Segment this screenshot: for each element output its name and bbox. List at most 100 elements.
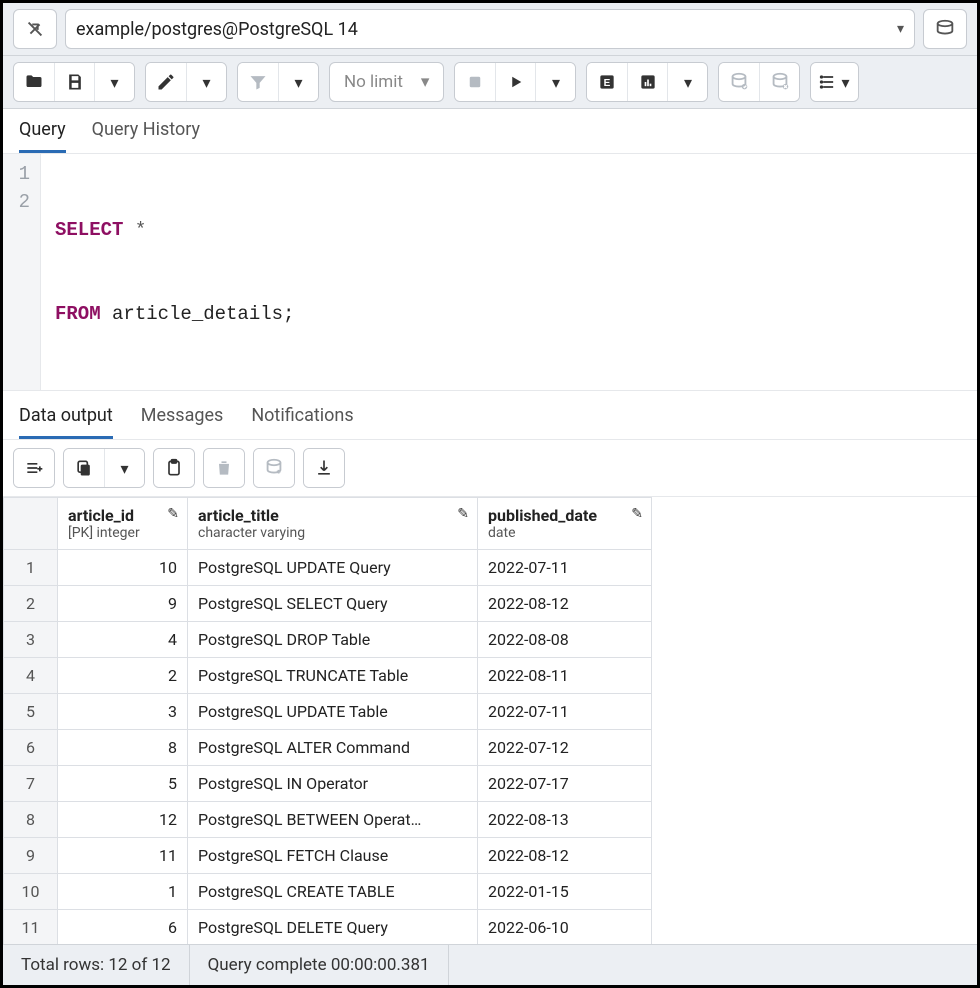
- table-row[interactable]: 53PostgreSQL UPDATE Table2022-07-11: [4, 694, 652, 730]
- status-bar: Total rows: 12 of 12 Query complete 00:0…: [3, 944, 977, 985]
- row-number: 4: [4, 658, 58, 694]
- cell-article-id[interactable]: 10: [58, 550, 188, 586]
- cell-article-id[interactable]: 1: [58, 874, 188, 910]
- save-dropdown[interactable]: ▾: [94, 63, 134, 101]
- paste-button[interactable]: [154, 449, 194, 487]
- explain-dropdown[interactable]: ▾: [667, 63, 707, 101]
- row-number: 11: [4, 910, 58, 946]
- cell-published-date[interactable]: 2022-08-12: [478, 838, 652, 874]
- commit-button[interactable]: [719, 63, 759, 101]
- row-number: 5: [4, 694, 58, 730]
- chevron-down-icon: ▾: [294, 73, 302, 92]
- column-header-published-date[interactable]: published_date date ✎: [478, 498, 652, 550]
- table-row[interactable]: 812PostgreSQL BETWEEN Operat…2022-08-13: [4, 802, 652, 838]
- cell-published-date[interactable]: 2022-07-11: [478, 694, 652, 730]
- cell-article-id[interactable]: 5: [58, 766, 188, 802]
- cell-published-date[interactable]: 2022-07-12: [478, 730, 652, 766]
- filter-dropdown[interactable]: ▾: [278, 63, 318, 101]
- tab-query-history[interactable]: Query History: [92, 119, 200, 153]
- row-number: 2: [4, 586, 58, 622]
- tab-query[interactable]: Query: [19, 119, 66, 153]
- cell-published-date[interactable]: 2022-08-13: [478, 802, 652, 838]
- connection-status-button[interactable]: [13, 9, 57, 49]
- filter-button[interactable]: [238, 63, 278, 101]
- cell-article-id[interactable]: 3: [58, 694, 188, 730]
- save-data-button[interactable]: [254, 449, 294, 487]
- tab-data-output[interactable]: Data output: [19, 405, 113, 439]
- cell-article-title[interactable]: PostgreSQL FETCH Clause: [188, 838, 478, 874]
- cell-article-title[interactable]: PostgreSQL UPDATE Query: [188, 550, 478, 586]
- pencil-icon[interactable]: ✎: [457, 506, 469, 522]
- run-button[interactable]: [495, 63, 535, 101]
- macros-button[interactable]: ▾: [811, 63, 857, 101]
- pencil-icon[interactable]: ✎: [167, 506, 179, 522]
- cell-article-title[interactable]: PostgreSQL ALTER Command: [188, 730, 478, 766]
- cell-article-title[interactable]: PostgreSQL DELETE Query: [188, 910, 478, 946]
- chevron-down-icon: ▾: [897, 21, 904, 37]
- new-connection-button[interactable]: [923, 9, 967, 49]
- download-button[interactable]: [304, 449, 344, 487]
- cell-article-title[interactable]: PostgreSQL UPDATE Table: [188, 694, 478, 730]
- row-number: 10: [4, 874, 58, 910]
- result-grid[interactable]: article_id [PK] integer ✎ article_title …: [3, 497, 652, 982]
- cell-article-id[interactable]: 12: [58, 802, 188, 838]
- cell-published-date[interactable]: 2022-08-11: [478, 658, 652, 694]
- copy-dropdown[interactable]: ▾: [104, 449, 144, 487]
- cell-article-title[interactable]: PostgreSQL CREATE TABLE: [188, 874, 478, 910]
- cell-article-id[interactable]: 9: [58, 586, 188, 622]
- table-row[interactable]: 75PostgreSQL IN Operator2022-07-17: [4, 766, 652, 802]
- column-header-article-title[interactable]: article_title character varying ✎: [188, 498, 478, 550]
- cell-article-id[interactable]: 2: [58, 658, 188, 694]
- triangle-down-icon: ▾: [421, 72, 430, 92]
- chevron-down-icon: ▾: [202, 73, 210, 92]
- tab-notifications[interactable]: Notifications: [251, 405, 353, 439]
- edit-dropdown[interactable]: ▾: [186, 63, 226, 101]
- row-number: 1: [4, 550, 58, 586]
- cell-article-id[interactable]: 8: [58, 730, 188, 766]
- edit-button[interactable]: [146, 63, 186, 101]
- cell-published-date[interactable]: 2022-07-17: [478, 766, 652, 802]
- table-row[interactable]: 110PostgreSQL UPDATE Query2022-07-11: [4, 550, 652, 586]
- cell-article-title[interactable]: PostgreSQL TRUNCATE Table: [188, 658, 478, 694]
- cell-article-title[interactable]: PostgreSQL DROP Table: [188, 622, 478, 658]
- sql-code-area[interactable]: SELECT * FROM article_details;: [41, 154, 308, 390]
- sql-editor[interactable]: 1 2 SELECT * FROM article_details;: [3, 153, 977, 390]
- cell-article-id[interactable]: 6: [58, 910, 188, 946]
- pencil-icon[interactable]: ✎: [631, 506, 643, 522]
- row-number: 6: [4, 730, 58, 766]
- cell-article-id[interactable]: 11: [58, 838, 188, 874]
- delete-row-button[interactable]: [204, 449, 244, 487]
- status-query-time: Query complete 00:00:00.381: [190, 945, 449, 985]
- cell-published-date[interactable]: 2022-08-08: [478, 622, 652, 658]
- cell-published-date[interactable]: 2022-07-11: [478, 550, 652, 586]
- rollback-button[interactable]: [759, 63, 799, 101]
- cell-article-id[interactable]: 4: [58, 622, 188, 658]
- cell-published-date[interactable]: 2022-06-10: [478, 910, 652, 946]
- cell-published-date[interactable]: 2022-01-15: [478, 874, 652, 910]
- table-row[interactable]: 42PostgreSQL TRUNCATE Table2022-08-11: [4, 658, 652, 694]
- cell-article-title[interactable]: PostgreSQL BETWEEN Operat…: [188, 802, 478, 838]
- row-limit-selector[interactable]: No limit ▾: [329, 62, 444, 102]
- open-file-button[interactable]: [14, 63, 54, 101]
- add-row-button[interactable]: [14, 449, 54, 487]
- explain-analyze-button[interactable]: [627, 63, 667, 101]
- row-limit-label: No limit: [344, 72, 403, 92]
- copy-button[interactable]: [64, 449, 104, 487]
- table-row[interactable]: 68PostgreSQL ALTER Command2022-07-12: [4, 730, 652, 766]
- table-row[interactable]: 29PostgreSQL SELECT Query2022-08-12: [4, 586, 652, 622]
- table-row[interactable]: 911PostgreSQL FETCH Clause2022-08-12: [4, 838, 652, 874]
- tab-messages[interactable]: Messages: [141, 405, 224, 439]
- chevron-down-icon: ▾: [110, 73, 118, 92]
- table-row[interactable]: 116PostgreSQL DELETE Query2022-06-10: [4, 910, 652, 946]
- run-dropdown[interactable]: ▾: [535, 63, 575, 101]
- table-row[interactable]: 101PostgreSQL CREATE TABLE2022-01-15: [4, 874, 652, 910]
- cell-published-date[interactable]: 2022-08-12: [478, 586, 652, 622]
- stop-button[interactable]: [455, 63, 495, 101]
- table-row[interactable]: 34PostgreSQL DROP Table2022-08-08: [4, 622, 652, 658]
- connection-selector[interactable]: example/postgres@PostgreSQL 14 ▾: [65, 9, 915, 49]
- cell-article-title[interactable]: PostgreSQL IN Operator: [188, 766, 478, 802]
- save-file-button[interactable]: [54, 63, 94, 101]
- column-header-article-id[interactable]: article_id [PK] integer ✎: [58, 498, 188, 550]
- cell-article-title[interactable]: PostgreSQL SELECT Query: [188, 586, 478, 622]
- explain-button[interactable]: E: [587, 63, 627, 101]
